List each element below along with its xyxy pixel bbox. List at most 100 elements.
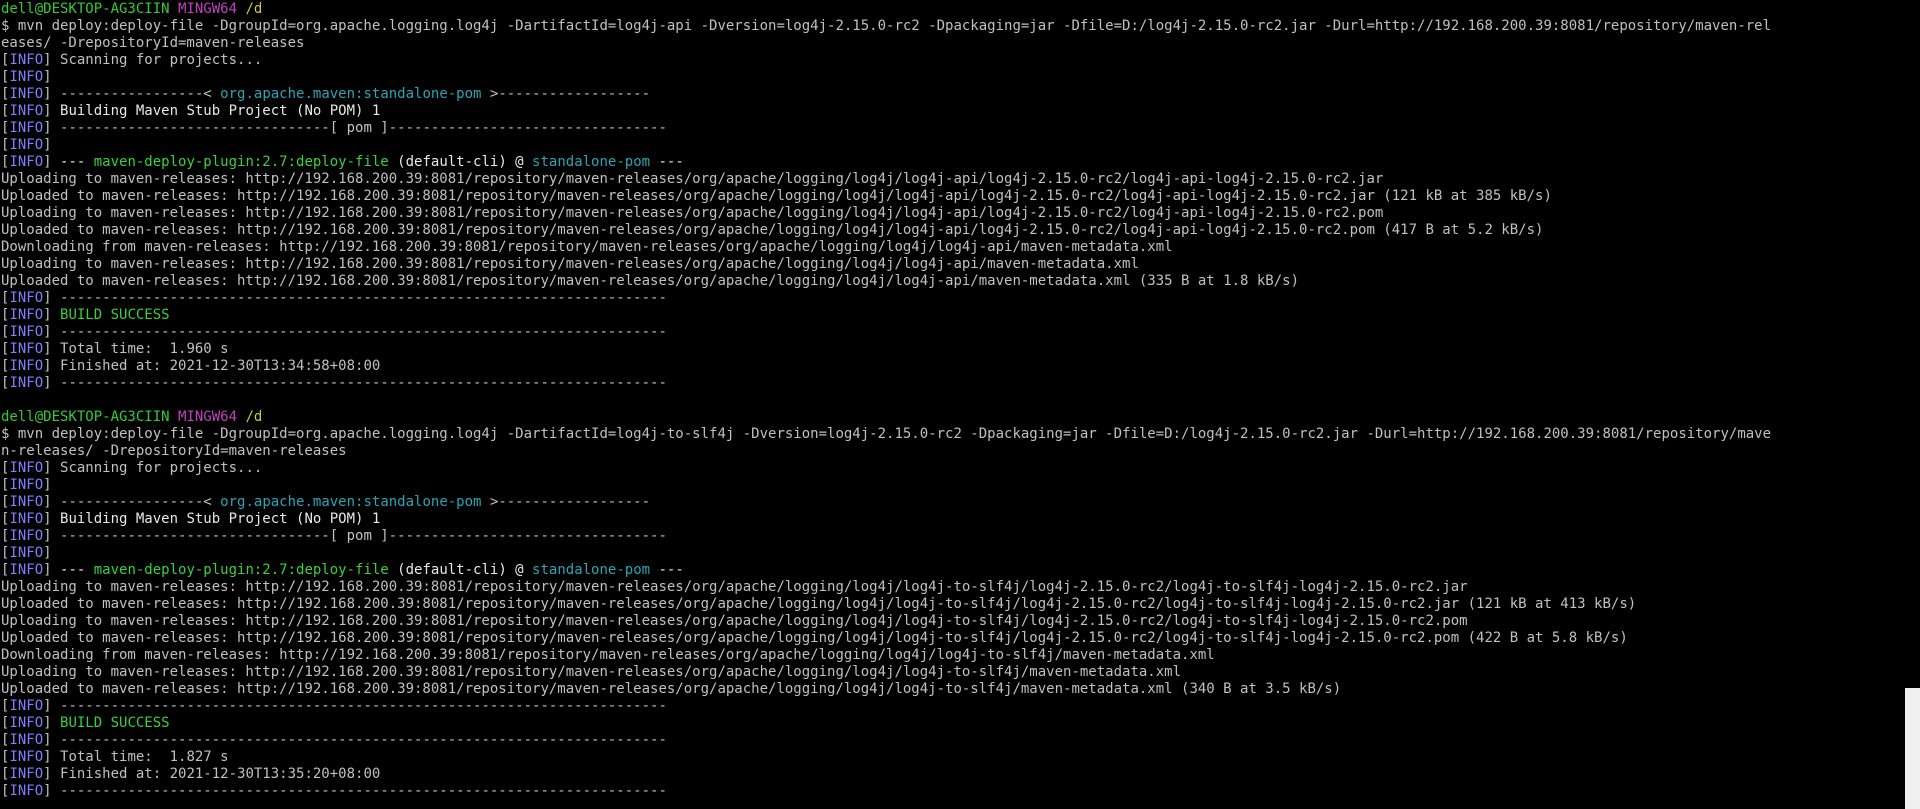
terminal-text-segment: Uploaded to maven-releases: http://192.1… [1, 681, 1342, 697]
vertical-scrollbar[interactable] [1900, 0, 1920, 809]
terminal-text-segment: ] Total time: 1.960 s [43, 341, 229, 357]
terminal-text-segment: INFO [9, 375, 44, 391]
scrollbar-thumb[interactable] [1905, 688, 1920, 809]
terminal-line: Uploaded to maven-releases: http://192.1… [1, 188, 1899, 205]
terminal-text-segment: INFO [9, 749, 44, 765]
terminal-line: dell@DESKTOP-AG3CIIN MINGW64 /d [1, 1, 1899, 18]
terminal-text-segment: dell@DESKTOP-AG3CIIN [1, 409, 179, 425]
terminal-text-segment: INFO [9, 52, 44, 68]
terminal-text-segment: Uploaded to maven-releases: http://192.1… [1, 630, 1628, 646]
terminal-text-segment: standalone-pom [532, 154, 651, 170]
terminal-text-segment: $ mvn deploy:deploy-file -DgroupId=org.a… [1, 18, 1772, 34]
terminal-line: [INFO] --------------------------------[… [1, 120, 1899, 137]
terminal-text-segment: ] [43, 511, 61, 527]
terminal-text-segment: Uploading to maven-releases: http://192.… [1, 613, 1468, 629]
terminal-line: Uploading to maven-releases: http://192.… [1, 171, 1899, 188]
terminal-line: [INFO] [1, 545, 1899, 562]
terminal-text-segment: ] Scanning for projects... [43, 52, 263, 68]
terminal-line: Uploaded to maven-releases: http://192.1… [1, 273, 1899, 290]
terminal-text-segment: INFO [9, 783, 44, 799]
terminal-line: Uploaded to maven-releases: http://192.1… [1, 681, 1899, 698]
terminal-line: Uploaded to maven-releases: http://192.1… [1, 596, 1899, 613]
terminal-line: $ mvn deploy:deploy-file -DgroupId=org.a… [1, 18, 1899, 35]
terminal-text-segment: INFO [9, 715, 44, 731]
terminal-text-segment: ] --------------------------------------… [43, 375, 667, 391]
terminal-text-segment: INFO [9, 341, 44, 357]
terminal-text-segment: INFO [9, 103, 44, 119]
terminal-line: [INFO] BUILD SUCCESS [1, 307, 1899, 324]
terminal-text-segment: --- [60, 562, 94, 578]
terminal-line: [INFO] -----------------< org.apache.mav… [1, 86, 1899, 103]
terminal-line: [INFO] ---------------------------------… [1, 732, 1899, 749]
terminal-text-segment: dell@DESKTOP-AG3CIIN [1, 1, 179, 17]
terminal-line: [INFO] [1, 477, 1899, 494]
terminal-text-segment: INFO [9, 460, 44, 476]
terminal-text-segment: Uploaded to maven-releases: http://192.1… [1, 273, 1300, 289]
terminal-text-segment: INFO [9, 137, 44, 153]
terminal-output[interactable]: dell@DESKTOP-AG3CIIN MINGW64 /d $ mvn dep… [1, 1, 1899, 809]
terminal-text-segment: BUILD SUCCESS [60, 307, 170, 323]
terminal-text-segment: INFO [9, 511, 44, 527]
terminal-text-segment: ] --------------------------------[ pom … [43, 120, 667, 136]
terminal-text-segment: Uploaded to maven-releases: http://192.1… [1, 188, 1552, 204]
terminal-line: [INFO] Scanning for projects... [1, 460, 1899, 477]
terminal-line: Uploading to maven-releases: http://192.… [1, 256, 1899, 273]
terminal-text-segment: INFO [9, 494, 44, 510]
terminal-line: Uploading to maven-releases: http://192.… [1, 205, 1899, 222]
terminal-line: [INFO] Total time: 1.960 s [1, 341, 1899, 358]
terminal-text-segment: ] -----------------< [43, 494, 221, 510]
terminal-text-segment: (default-cli) @ [388, 562, 533, 578]
terminal-text-segment: --- [650, 562, 684, 578]
terminal-text-segment: ] [43, 477, 52, 493]
terminal-line: Uploading to maven-releases: http://192.… [1, 579, 1899, 596]
terminal-line: [INFO] BUILD SUCCESS [1, 715, 1899, 732]
terminal-text-segment: ] --------------------------------------… [43, 324, 667, 340]
terminal-text-segment: ] [43, 103, 61, 119]
terminal-text-segment: ] Total time: 1.827 s [43, 749, 229, 765]
terminal-line: [INFO] -----------------< org.apache.mav… [1, 494, 1899, 511]
terminal-line: [INFO] ---------------------------------… [1, 375, 1899, 392]
terminal-text-segment: ] [43, 69, 52, 85]
terminal-text-segment: n-releases/ -DrepositoryId=maven-release… [1, 443, 347, 459]
terminal-text-segment: Building Maven Stub Project (No POM) 1 [60, 511, 381, 527]
terminal-text-segment: ] --------------------------------[ pom … [43, 528, 667, 544]
terminal-text-segment: ] [43, 545, 52, 561]
terminal-text-segment: ] --------------------------------------… [43, 290, 667, 306]
terminal-text-segment: INFO [9, 69, 44, 85]
terminal-line: [INFO] ---------------------------------… [1, 290, 1899, 307]
terminal-text-segment: INFO [9, 120, 44, 136]
terminal-text-segment: INFO [9, 307, 44, 323]
terminal-text-segment: BUILD SUCCESS [60, 715, 170, 731]
terminal-line: [INFO] [1, 69, 1899, 86]
terminal-text-segment: maven-deploy-plugin:2.7:deploy-file [93, 154, 389, 170]
terminal-window[interactable]: dell@DESKTOP-AG3CIIN MINGW64 /d $ mvn dep… [0, 0, 1920, 809]
terminal-line: [INFO] Total time: 1.827 s [1, 749, 1899, 766]
terminal-text-segment: ] [43, 562, 61, 578]
terminal-text-segment: Uploading to maven-releases: http://192.… [1, 256, 1139, 272]
terminal-line: [INFO] Building Maven Stub Project (No P… [1, 103, 1899, 120]
terminal-text-segment: INFO [9, 698, 44, 714]
terminal-line: [INFO] ---------------------------------… [1, 324, 1899, 341]
terminal-text-segment: ] Finished at: 2021-12-30T13:35:20+08:00 [43, 766, 381, 782]
terminal-line: n-releases/ -DrepositoryId=maven-release… [1, 443, 1899, 460]
terminal-text-segment: ] --------------------------------------… [43, 732, 667, 748]
terminal-line: [INFO] Finished at: 2021-12-30T13:34:58+… [1, 358, 1899, 375]
terminal-line: [INFO] ---------------------------------… [1, 783, 1899, 800]
terminal-text-segment: MINGW64 [178, 409, 246, 425]
terminal-line: [INFO] --- maven-deploy-plugin:2.7:deplo… [1, 154, 1899, 171]
terminal-line: eases/ -DrepositoryId=maven-releases [1, 35, 1899, 52]
terminal-text-segment: INFO [9, 766, 44, 782]
terminal-line: Downloading from maven-releases: http://… [1, 647, 1899, 664]
terminal-text-segment: /d [245, 1, 263, 17]
terminal-text-segment: ] [43, 715, 61, 731]
terminal-text-segment: INFO [9, 154, 44, 170]
terminal-line: [INFO] --- maven-deploy-plugin:2.7:deplo… [1, 562, 1899, 579]
terminal-text-segment: INFO [9, 290, 44, 306]
terminal-text-segment: org.apache.maven:standalone-pom [220, 494, 482, 510]
terminal-line: [INFO] Building Maven Stub Project (No P… [1, 511, 1899, 528]
terminal-text-segment: INFO [9, 324, 44, 340]
terminal-line: [INFO] --------------------------------[… [1, 528, 1899, 545]
terminal-text-segment: ] [43, 154, 61, 170]
terminal-text-segment: ] --------------------------------------… [43, 783, 667, 799]
